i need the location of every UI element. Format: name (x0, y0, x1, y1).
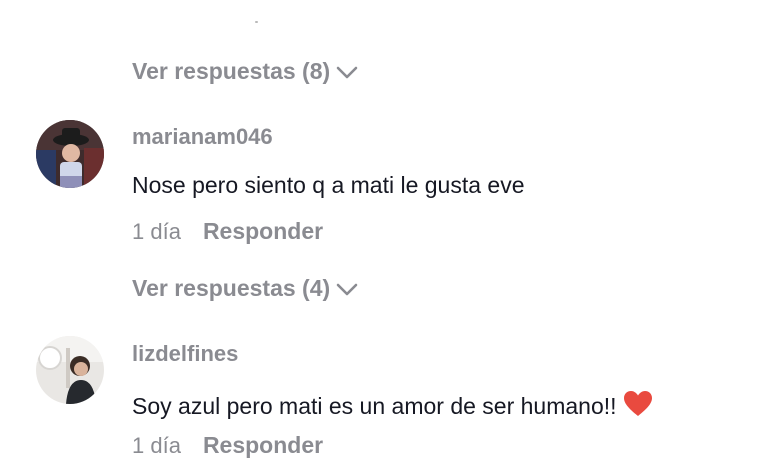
reply-button[interactable]: Responder (203, 218, 323, 245)
comment-text-row: Soy azul pero mati es un amor de ser hum… (132, 390, 653, 420)
heart-emoji-icon (623, 391, 652, 416)
reply-button[interactable]: Responder (203, 432, 323, 459)
view-replies-button[interactable]: Ver respuestas (4) (132, 275, 358, 302)
comment-username[interactable]: marianam046 (132, 124, 273, 150)
comment-text: Nose pero siento q a mati le gusta eve (132, 172, 525, 198)
comment-date: 1 día (132, 433, 181, 458)
comment-text: Soy azul pero mati es un amor de ser hum… (132, 393, 617, 419)
view-replies-button[interactable]: Ver respuestas (8) (132, 58, 358, 85)
chevron-down-icon (336, 283, 358, 295)
comment-username[interactable]: lizdelfines (132, 341, 238, 367)
view-replies-label: Ver respuestas (8) (132, 58, 331, 84)
avatar[interactable] (36, 336, 104, 404)
comment-date: 1 día (132, 219, 181, 244)
comment-meta: 1 día Responder (132, 432, 323, 459)
divider-fragment (255, 21, 258, 23)
avatar[interactable] (36, 120, 104, 188)
view-replies-label: Ver respuestas (4) (132, 275, 331, 301)
chevron-down-icon (336, 66, 358, 78)
comment-meta: 1 día Responder (132, 218, 323, 245)
